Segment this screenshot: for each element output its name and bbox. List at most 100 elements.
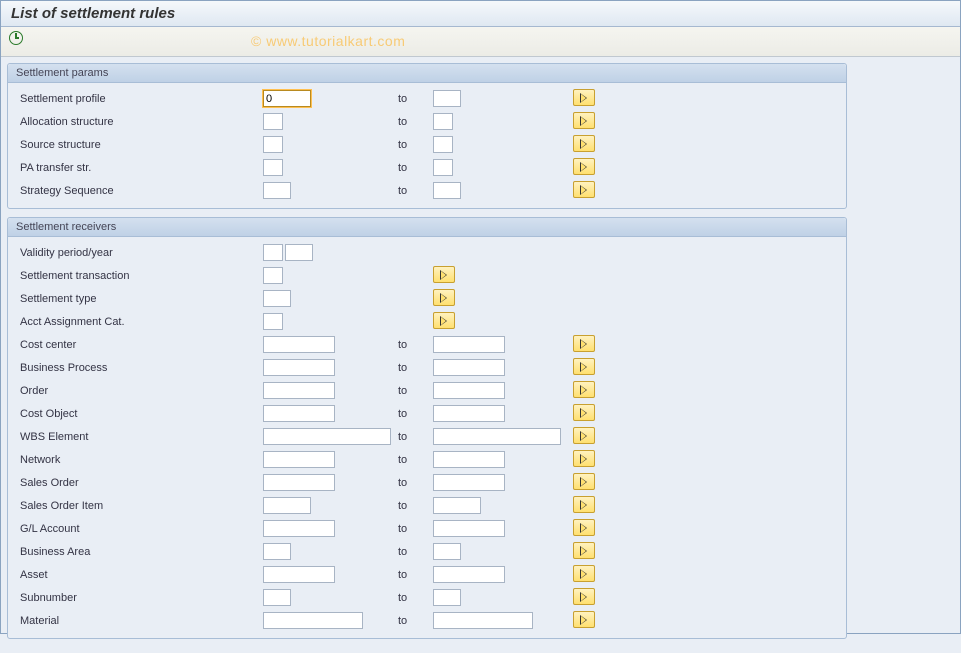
settlement-profile-from-input[interactable]	[263, 90, 311, 107]
business-process-to-input[interactable]	[433, 359, 505, 376]
asset-from-input[interactable]	[263, 566, 335, 583]
execute-icon[interactable]	[9, 31, 23, 45]
validity-period-input[interactable]	[263, 244, 283, 261]
multi-select-button[interactable]	[573, 427, 595, 444]
network-to-input[interactable]	[433, 451, 505, 468]
order-to-input[interactable]	[433, 382, 505, 399]
allocation-structure-from-input[interactable]	[263, 113, 283, 130]
cost-object-from-input[interactable]	[263, 405, 335, 422]
wbs-element-from-input[interactable]	[263, 428, 391, 445]
material-to-input[interactable]	[433, 612, 533, 629]
multi-select-button[interactable]	[573, 135, 595, 152]
acct-assignment-cat-input[interactable]	[263, 313, 283, 330]
label-business-process: Business Process	[18, 362, 253, 374]
settlement-type-input[interactable]	[263, 290, 291, 307]
asset-to-input[interactable]	[433, 566, 505, 583]
gl-account-from-input[interactable]	[263, 520, 335, 537]
row-source-structure: Source structure to	[18, 133, 836, 156]
subnumber-to-input[interactable]	[433, 589, 461, 606]
settlement-transaction-input[interactable]	[263, 267, 283, 284]
label-asset: Asset	[18, 569, 253, 581]
row-business-process: Business Process to	[18, 356, 836, 379]
app-toolbar: © www.tutorialkart.com	[1, 27, 960, 57]
sales-order-from-input[interactable]	[263, 474, 335, 491]
network-from-input[interactable]	[263, 451, 335, 468]
multi-select-button[interactable]	[573, 89, 595, 106]
multi-select-button[interactable]	[573, 181, 595, 198]
source-structure-to-input[interactable]	[433, 136, 453, 153]
multi-select-button[interactable]	[573, 473, 595, 490]
to-label: to	[398, 615, 407, 627]
to-label: to	[398, 339, 407, 351]
row-business-area: Business Area to	[18, 540, 836, 563]
subnumber-from-input[interactable]	[263, 589, 291, 606]
to-label: to	[398, 362, 407, 374]
watermark-text: © www.tutorialkart.com	[251, 33, 405, 49]
group-header-settlement-receivers: Settlement receivers	[8, 218, 846, 237]
to-label: to	[398, 162, 407, 174]
row-order: Order to	[18, 379, 836, 402]
label-cost-center: Cost center	[18, 339, 253, 351]
label-subnumber: Subnumber	[18, 592, 253, 604]
pa-transfer-str-from-input[interactable]	[263, 159, 283, 176]
source-structure-from-input[interactable]	[263, 136, 283, 153]
multi-select-button[interactable]	[573, 112, 595, 129]
label-sales-order-item: Sales Order Item	[18, 500, 253, 512]
cost-object-to-input[interactable]	[433, 405, 505, 422]
row-subnumber: Subnumber to	[18, 586, 836, 609]
multi-select-button[interactable]	[573, 565, 595, 582]
order-from-input[interactable]	[263, 382, 335, 399]
label-cost-object: Cost Object	[18, 408, 253, 420]
material-from-input[interactable]	[263, 612, 363, 629]
to-label: to	[398, 93, 407, 105]
gl-account-to-input[interactable]	[433, 520, 505, 537]
multi-select-button[interactable]	[573, 335, 595, 352]
allocation-structure-to-input[interactable]	[433, 113, 453, 130]
multi-select-button[interactable]	[573, 158, 595, 175]
sales-order-item-from-input[interactable]	[263, 497, 311, 514]
label-gl-account: G/L Account	[18, 523, 253, 535]
business-area-to-input[interactable]	[433, 543, 461, 560]
multi-select-button[interactable]	[573, 519, 595, 536]
multi-select-button[interactable]	[573, 588, 595, 605]
label-pa-transfer-str: PA transfer str.	[18, 162, 253, 174]
business-process-from-input[interactable]	[263, 359, 335, 376]
multi-select-button[interactable]	[573, 496, 595, 513]
multi-select-button[interactable]	[433, 289, 455, 306]
label-material: Material	[18, 615, 253, 627]
wbs-element-to-input[interactable]	[433, 428, 561, 445]
group-settlement-receivers: Settlement receivers Validity period/yea…	[7, 217, 847, 639]
sales-order-item-to-input[interactable]	[433, 497, 481, 514]
row-validity-period-year: Validity period/year	[18, 241, 836, 264]
to-label: to	[398, 185, 407, 197]
multi-select-button[interactable]	[573, 381, 595, 398]
to-label: to	[398, 592, 407, 604]
label-strategy-sequence: Strategy Sequence	[18, 185, 253, 197]
row-acct-assignment-cat: Acct Assignment Cat.	[18, 310, 836, 333]
row-cost-object: Cost Object to	[18, 402, 836, 425]
row-sales-order-item: Sales Order Item to	[18, 494, 836, 517]
to-label: to	[398, 477, 407, 489]
to-label: to	[398, 500, 407, 512]
sales-order-to-input[interactable]	[433, 474, 505, 491]
label-settlement-transaction: Settlement transaction	[18, 270, 253, 282]
to-label: to	[398, 523, 407, 535]
multi-select-button[interactable]	[573, 450, 595, 467]
pa-transfer-str-to-input[interactable]	[433, 159, 453, 176]
strategy-sequence-to-input[interactable]	[433, 182, 461, 199]
multi-select-button[interactable]	[433, 266, 455, 283]
business-area-from-input[interactable]	[263, 543, 291, 560]
multi-select-button[interactable]	[573, 358, 595, 375]
settlement-profile-to-input[interactable]	[433, 90, 461, 107]
multi-select-button[interactable]	[573, 404, 595, 421]
multi-select-button[interactable]	[433, 312, 455, 329]
multi-select-button[interactable]	[573, 611, 595, 628]
row-material: Material to	[18, 609, 836, 632]
cost-center-to-input[interactable]	[433, 336, 505, 353]
multi-select-button[interactable]	[573, 542, 595, 559]
label-settlement-type: Settlement type	[18, 293, 253, 305]
strategy-sequence-from-input[interactable]	[263, 182, 291, 199]
row-sales-order: Sales Order to	[18, 471, 836, 494]
cost-center-from-input[interactable]	[263, 336, 335, 353]
validity-year-input[interactable]	[285, 244, 313, 261]
